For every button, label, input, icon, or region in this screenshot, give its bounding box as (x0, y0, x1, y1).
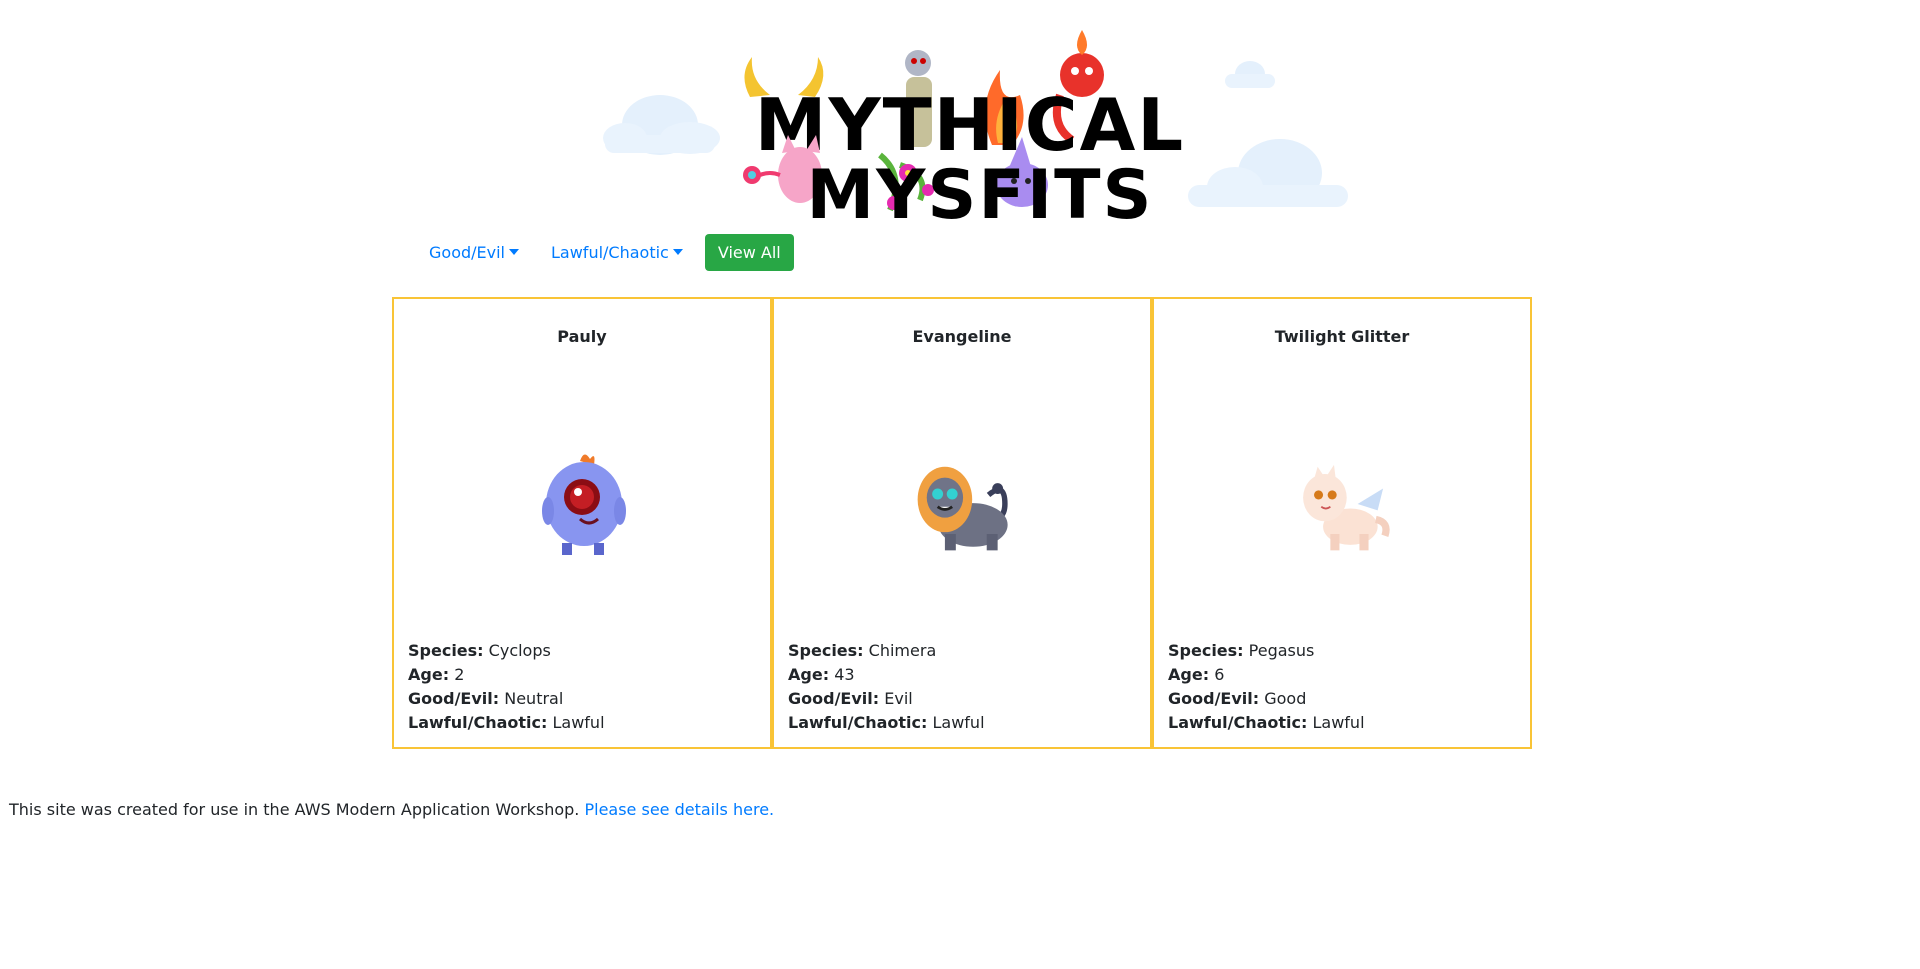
age-row: Age: 2 (408, 663, 605, 687)
good-evil-row: Good/Evil: Evil (788, 687, 985, 711)
view-all-button[interactable]: View All (704, 233, 794, 271)
mysfits-grid: Pauly Species: Cyclops Age: 2 Good/Evil:… (392, 297, 1534, 749)
mythical-mysfits-logo: MYTHICAL MYSFITS (730, 25, 1210, 235)
lawful-chaotic-row: Lawful/Chaotic: Lawful (788, 711, 985, 735)
mysfit-name: Evangeline (912, 327, 1012, 346)
caret-down-icon (509, 249, 519, 255)
footer-text: This site was created for use in the AWS… (9, 800, 580, 819)
good-evil-value: Good (1264, 689, 1307, 708)
mysfit-card[interactable]: Pauly Species: Cyclops Age: 2 Good/Evil:… (392, 297, 772, 749)
good-evil-row: Good/Evil: Neutral (408, 687, 605, 711)
good-evil-dropdown[interactable]: Good/Evil (415, 235, 533, 270)
logo-line1: MYTHICAL (755, 83, 1185, 167)
mysfit-name: Twilight Glitter (1274, 327, 1410, 346)
species-label: Species: (408, 641, 484, 660)
good-evil-label: Good/Evil: (788, 689, 880, 708)
species-label: Species: (1168, 641, 1244, 660)
lawful-chaotic-value: Lawful (932, 713, 985, 732)
good-evil-row: Good/Evil: Good (1168, 687, 1365, 711)
lawful-chaotic-row: Lawful/Chaotic: Lawful (408, 711, 605, 735)
header: MYTHICAL MYSFITS (0, 0, 1920, 235)
pegasus-image (1303, 464, 1390, 551)
mysfit-details: Species: Pegasus Age: 6 Good/Evil: Good … (1168, 639, 1365, 735)
mysfit-name: Pauly (557, 327, 607, 346)
mysfit-details: Species: Cyclops Age: 2 Good/Evil: Neutr… (408, 639, 605, 735)
lawful-chaotic-value: Lawful (552, 713, 605, 732)
species-value: Cyclops (488, 641, 551, 660)
age-row: Age: 6 (1168, 663, 1365, 687)
cloud-small-icon (1225, 61, 1275, 88)
lawful-chaotic-label: Lawful/Chaotic: (1168, 713, 1308, 732)
age-label: Age: (1168, 665, 1210, 684)
age-value: 6 (1214, 665, 1225, 684)
species-row: Species: Pegasus (1168, 639, 1365, 663)
age-row: Age: 43 (788, 663, 985, 687)
species-value: Pegasus (1248, 641, 1315, 660)
species-row: Species: Chimera (788, 639, 985, 663)
species-row: Species: Cyclops (408, 639, 605, 663)
filter-nav: Good/Evil Lawful/Chaotic View All (415, 232, 794, 272)
lawful-chaotic-dropdown-label: Lawful/Chaotic (551, 242, 669, 262)
lawful-chaotic-row: Lawful/Chaotic: Lawful (1168, 711, 1365, 735)
good-evil-value: Neutral (504, 689, 564, 708)
lawful-chaotic-label: Lawful/Chaotic: (408, 713, 548, 732)
footer: This site was created for use in the AWS… (9, 800, 774, 819)
species-value: Chimera (868, 641, 937, 660)
good-evil-dropdown-label: Good/Evil (429, 242, 505, 262)
age-label: Age: (408, 665, 450, 684)
mysfit-card[interactable]: Evangeline Species: Chimera Age: 43 Good… (772, 297, 1152, 749)
good-evil-value: Evil (884, 689, 913, 708)
lawful-chaotic-label: Lawful/Chaotic: (788, 713, 928, 732)
details-link[interactable]: Please see details here. (584, 800, 774, 819)
age-label: Age: (788, 665, 830, 684)
cloud-left-icon (603, 95, 720, 155)
caret-down-icon (672, 249, 683, 255)
good-evil-label: Good/Evil: (1168, 689, 1260, 708)
age-value: 2 (454, 665, 465, 684)
cyclops-image (542, 454, 626, 555)
species-label: Species: (788, 641, 864, 660)
logo-line2: MYSFITS (807, 156, 1154, 225)
chimera-image (917, 466, 1008, 551)
lawful-chaotic-value: Lawful (1312, 713, 1365, 732)
age-value: 43 (834, 665, 855, 684)
good-evil-label: Good/Evil: (408, 689, 500, 708)
mysfit-card[interactable]: Twilight Glitter Species: Pegasus Age: 6… (1152, 297, 1532, 749)
mysfit-details: Species: Chimera Age: 43 Good/Evil: Evil… (788, 639, 985, 735)
logo-artwork: MYTHICAL MYSFITS (743, 30, 1185, 235)
lawful-chaotic-dropdown[interactable]: Lawful/Chaotic (537, 235, 697, 270)
